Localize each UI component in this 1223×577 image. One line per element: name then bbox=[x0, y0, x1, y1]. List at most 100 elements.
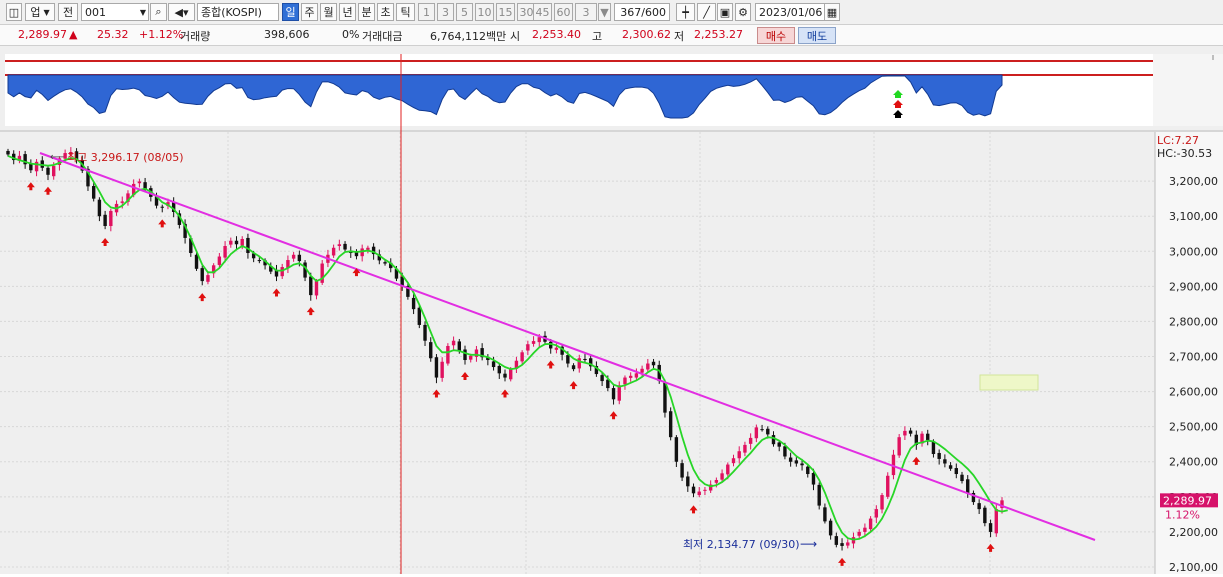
candle-body bbox=[926, 433, 930, 440]
high-annotation: 최고 3,296.17 (08/05) bbox=[67, 151, 184, 164]
interval-3[interactable]: 3 bbox=[437, 3, 454, 21]
candle-body bbox=[720, 473, 724, 480]
market-select[interactable]: 업 ▼ bbox=[25, 3, 55, 21]
price-tick-label: 2,900,00 bbox=[1169, 280, 1218, 293]
candle-body bbox=[194, 254, 199, 269]
candle-body bbox=[766, 428, 770, 435]
price-tick-label: 2,700,00 bbox=[1169, 351, 1218, 364]
interval-15[interactable]: 15 bbox=[496, 3, 515, 21]
period-second[interactable]: 초 bbox=[377, 3, 394, 21]
high-value: 2,300.62 bbox=[622, 28, 671, 41]
candle-body bbox=[806, 466, 810, 475]
candle-body bbox=[583, 358, 587, 361]
date-input[interactable]: 2023/01/06 bbox=[755, 3, 825, 21]
period-tick[interactable]: 틱 bbox=[396, 3, 415, 21]
candle-body bbox=[520, 352, 524, 362]
price-tick-label: 3,100,00 bbox=[1169, 210, 1218, 223]
interval-45[interactable]: 45 bbox=[533, 3, 552, 21]
chevron-down-icon[interactable]: ▼ bbox=[598, 3, 611, 21]
window-icon[interactable]: ◫ bbox=[6, 3, 22, 21]
candle-body bbox=[948, 465, 953, 469]
candle-body bbox=[760, 429, 764, 431]
candle-body bbox=[463, 349, 467, 361]
candle-body bbox=[783, 446, 787, 457]
candle-body bbox=[309, 276, 313, 296]
candle-body bbox=[526, 344, 530, 351]
candle-body bbox=[52, 166, 56, 177]
candle-body bbox=[726, 464, 730, 475]
candle-body bbox=[234, 240, 239, 245]
low-marker-arrow: ⟶ bbox=[800, 537, 817, 551]
candle-body bbox=[291, 254, 296, 259]
candle-body bbox=[440, 361, 444, 378]
price-chart[interactable]: ⟵ 최고 3,296.17 (08/05) 최저 2,134.77 (09/30… bbox=[0, 46, 1223, 574]
period-week[interactable]: 주 bbox=[301, 3, 318, 21]
candle-body bbox=[880, 495, 884, 510]
candle-body bbox=[577, 358, 581, 369]
candle-body bbox=[314, 281, 319, 296]
interval-5[interactable]: 5 bbox=[456, 3, 473, 21]
candle-body bbox=[794, 460, 799, 464]
candle-body bbox=[834, 536, 839, 545]
candle-body bbox=[840, 543, 844, 546]
candle-body bbox=[411, 297, 416, 310]
price-change: 25.32 bbox=[97, 28, 129, 41]
candle-body bbox=[874, 509, 879, 518]
interval-1[interactable]: 1 bbox=[418, 3, 435, 21]
candle-body bbox=[417, 307, 422, 325]
candle-body bbox=[537, 337, 541, 343]
interval-60[interactable]: 60 bbox=[554, 3, 573, 21]
draw-tools-icon[interactable]: ╱ bbox=[697, 3, 716, 21]
period-minute[interactable]: 분 bbox=[358, 3, 375, 21]
search-icon[interactable]: ⌕ bbox=[150, 3, 167, 21]
low-value: 2,253.27 bbox=[694, 28, 743, 41]
sound-icon[interactable]: ◀▾ bbox=[168, 3, 195, 21]
save-icon[interactable]: ▣ bbox=[717, 3, 733, 21]
open-value: 2,253.40 bbox=[532, 28, 581, 41]
candle-body bbox=[943, 459, 947, 464]
interval-custom-input[interactable]: 3 bbox=[575, 3, 597, 21]
candle-body bbox=[120, 201, 124, 203]
highlight-box bbox=[979, 374, 1039, 391]
price-tick-label: 2,100,00 bbox=[1169, 561, 1218, 574]
candle-body bbox=[628, 375, 633, 378]
candle-body bbox=[777, 442, 781, 447]
interval-10[interactable]: 10 bbox=[475, 3, 494, 21]
period-day[interactable]: 일 bbox=[282, 3, 299, 21]
candle-body bbox=[97, 199, 102, 217]
candle-body bbox=[434, 357, 439, 378]
candle-body bbox=[954, 468, 958, 475]
quote-bar: 2,289.97 ▲ 25.32 +1.12% 거래량 398,606 0% 거… bbox=[0, 25, 1223, 46]
code-input[interactable]: 001 ▼ bbox=[81, 3, 149, 21]
calendar-icon[interactable]: ▦ bbox=[824, 3, 840, 21]
buy-button[interactable]: 매수 bbox=[757, 27, 795, 44]
price-tick-label: 2,200,00 bbox=[1169, 526, 1218, 539]
volume-label: 거래량 bbox=[180, 30, 211, 43]
period-month[interactable]: 월 bbox=[320, 3, 337, 21]
candle-body bbox=[634, 373, 639, 378]
candle-body bbox=[988, 523, 993, 532]
low-label: 저 bbox=[674, 30, 685, 43]
candle-body bbox=[611, 388, 616, 400]
candle-body bbox=[737, 451, 741, 459]
candle-body bbox=[994, 509, 998, 534]
lc-label: LC:7.27 bbox=[1157, 134, 1199, 147]
period-year[interactable]: 년 bbox=[339, 3, 356, 21]
candle-body bbox=[446, 345, 450, 364]
sell-button[interactable]: 매도 bbox=[798, 27, 836, 44]
candle-body bbox=[200, 268, 204, 282]
count-field[interactable]: 367/600 bbox=[614, 3, 670, 21]
code-value: 001 bbox=[85, 5, 106, 19]
price-tick-label: 3,200,00 bbox=[1169, 175, 1218, 188]
prefix-button[interactable]: 전 bbox=[58, 3, 78, 21]
candle-body bbox=[897, 437, 901, 456]
candle-type-icon[interactable]: ┿ bbox=[676, 3, 695, 21]
candle-body bbox=[109, 210, 113, 227]
amount-value: 6,764,112백만 bbox=[430, 30, 507, 43]
candle-body bbox=[640, 368, 644, 373]
volume-value: 398,606 bbox=[264, 28, 310, 41]
candle-body bbox=[280, 267, 284, 277]
gear-icon[interactable]: ⚙ bbox=[735, 3, 751, 21]
candle-body bbox=[137, 181, 142, 184]
candle-body bbox=[680, 463, 684, 478]
